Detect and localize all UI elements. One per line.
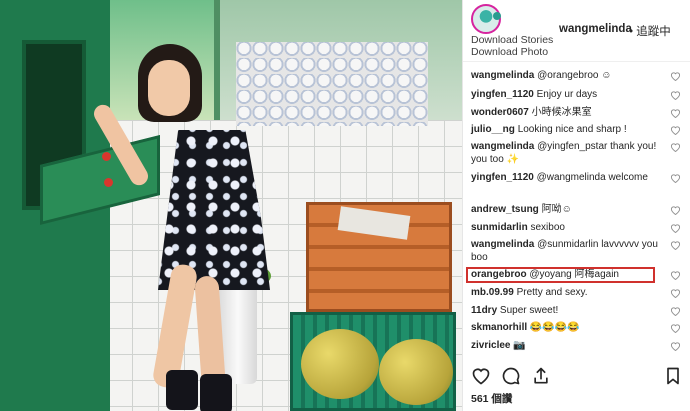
woman-figure xyxy=(90,44,290,411)
avatar-figure xyxy=(493,12,501,20)
comment-username[interactable]: 11dry xyxy=(471,305,497,316)
comment-text: 小時候冰果室 xyxy=(531,107,592,118)
leg xyxy=(194,275,226,387)
following-label[interactable]: • 追蹤中 xyxy=(629,23,671,39)
comment-like-heart-icon[interactable] xyxy=(670,323,681,333)
comment-text: Enjoy ur days xyxy=(536,89,598,100)
comment-username[interactable]: yingfen_1120 xyxy=(471,89,534,100)
comments-panel: wangmelinda • 追蹤中 Download Stories Downl… xyxy=(462,0,690,411)
face xyxy=(148,60,190,116)
comment-item: zivriclee 📷 xyxy=(471,340,671,353)
comment-username[interactable]: sunmidarlin xyxy=(471,222,528,233)
comment-item: yingfen_1120 Enjoy ur days xyxy=(471,89,671,102)
likes-count[interactable]: 561 個讚 xyxy=(471,391,512,406)
comment-item: andrew_tsung 阿呦☺ xyxy=(471,204,671,217)
comment-like-heart-icon[interactable] xyxy=(670,240,681,250)
comment-username[interactable]: andrew_tsung xyxy=(471,204,539,215)
comment-like-heart-icon[interactable] xyxy=(670,270,681,280)
comment-item: wangmelinda @orangebroo ☺ xyxy=(471,70,671,83)
comment-item: sunmidarlin sexiboo xyxy=(471,222,671,235)
comment-username[interactable]: wangmelinda xyxy=(471,70,534,81)
username[interactable]: wangmelinda xyxy=(559,23,632,35)
wooden-crate xyxy=(306,202,452,312)
comment-username[interactable]: wangmelinda xyxy=(471,239,534,250)
boot xyxy=(200,374,232,411)
melon xyxy=(301,329,379,399)
download-stories-link[interactable]: Download Stories xyxy=(471,34,553,46)
comment-like-heart-icon[interactable] xyxy=(670,223,681,233)
comment-item: wangmelinda @yingfen_pstar thank you! yo… xyxy=(471,141,671,166)
comment-text: 😂😂😂😂 xyxy=(529,322,580,333)
comment-like-heart-icon[interactable] xyxy=(670,205,681,215)
comment-username[interactable]: julio__ng xyxy=(471,124,515,135)
comment-item: mb.09.99 Pretty and sexy. xyxy=(471,287,671,300)
comment-item: skmanorhill 😂😂😂😂 xyxy=(471,322,671,335)
highlight-box xyxy=(466,267,655,283)
download-photo-link[interactable]: Download Photo xyxy=(471,46,548,58)
comment-like-heart-icon[interactable] xyxy=(670,108,681,118)
comment-username[interactable]: wangmelinda xyxy=(471,141,534,152)
comment-like-heart-icon[interactable] xyxy=(670,125,681,135)
avatar[interactable] xyxy=(471,4,501,34)
crate-contents xyxy=(337,206,411,240)
comment-item: yingfen_1120 @wangmelinda welcome xyxy=(471,172,671,185)
comment-username[interactable]: skmanorhill xyxy=(471,322,527,333)
comment-like-heart-icon[interactable] xyxy=(670,142,681,152)
comment-like-heart-icon[interactable] xyxy=(670,71,681,81)
heart-icon[interactable] xyxy=(471,366,491,386)
post-actions-bar xyxy=(463,362,690,390)
comment-text: sexiboo xyxy=(530,222,565,233)
post-header: wangmelinda • 追蹤中 Download Stories Downl… xyxy=(463,0,690,62)
bookmark-icon[interactable] xyxy=(663,366,683,386)
comment-text: Looking nice and sharp ! xyxy=(517,124,627,135)
melon xyxy=(379,339,453,405)
comment-like-heart-icon[interactable] xyxy=(670,90,681,100)
boot xyxy=(166,370,198,410)
comment-like-heart-icon[interactable] xyxy=(670,288,681,298)
comment-text: 阿呦☺ xyxy=(541,204,572,215)
comment-username[interactable]: mb.09.99 xyxy=(471,287,514,298)
comment-item: wonder0607 小時候冰果室 xyxy=(471,107,671,120)
comment-username[interactable]: wonder0607 xyxy=(471,107,529,118)
comment-text: @wangmelinda welcome xyxy=(536,172,648,183)
comment-like-heart-icon[interactable] xyxy=(670,173,681,183)
comment-text: Pretty and sexy. xyxy=(516,287,588,298)
comment-text: Super sweet! xyxy=(499,305,559,316)
comment-item: wangmelinda @sunmidarlin lavvvvvv you bo… xyxy=(471,239,671,264)
arcade-cabinet xyxy=(0,0,160,411)
post-photo[interactable] xyxy=(0,0,462,411)
green-basket xyxy=(290,312,456,411)
comment-username[interactable]: zivriclee xyxy=(471,340,510,351)
comment-text: 📷 xyxy=(513,340,526,351)
comment-username[interactable]: yingfen_1120 xyxy=(471,172,534,183)
comment-text: @orangebroo ☺ xyxy=(537,70,612,81)
share-icon[interactable] xyxy=(531,366,551,386)
comment-item: 11dry Super sweet! xyxy=(471,305,671,318)
comment-like-heart-icon[interactable] xyxy=(670,306,681,316)
comment-icon[interactable] xyxy=(501,366,521,386)
comment-item: julio__ng Looking nice and sharp ! xyxy=(471,124,671,137)
comment-like-heart-icon[interactable] xyxy=(670,341,681,351)
